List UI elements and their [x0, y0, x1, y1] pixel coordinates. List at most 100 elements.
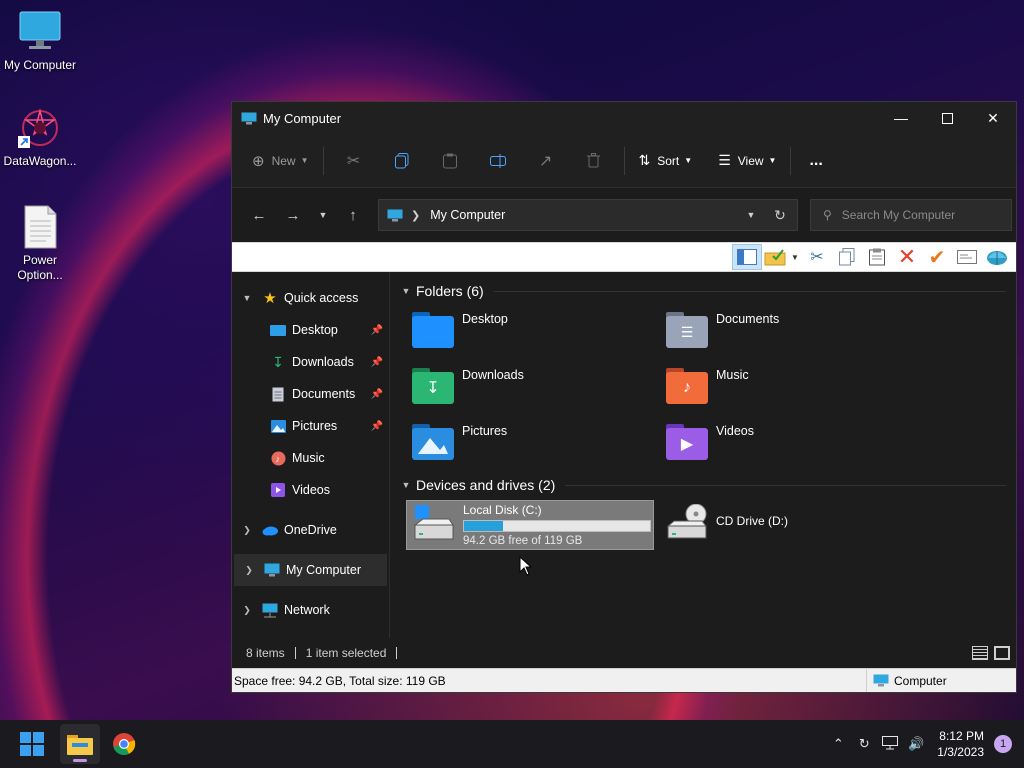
drive-local-disk-c[interactable]: Local Disk (C:) 94.2 GB free of 119 GB — [406, 500, 654, 550]
drive-cd-d[interactable]: CD Drive (D:) — [660, 500, 908, 550]
sidebar-item-network[interactable]: ❯ Network — [232, 594, 389, 626]
sidebar-item-my-computer[interactable]: ❯ My Computer — [234, 554, 387, 586]
sidebar-item-onedrive[interactable]: ❯ OneDrive — [232, 514, 389, 546]
classic-status-bar: Space free: 94.2 GB, Total size: 119 GB … — [232, 668, 1016, 692]
notification-badge[interactable]: 1 — [994, 735, 1012, 753]
cut-icon[interactable]: ✂ — [802, 244, 832, 270]
sidebar-item-documents[interactable]: Documents 📌 — [232, 378, 389, 410]
address-bar[interactable]: ❯ My Computer ▼ ↻ — [378, 199, 798, 231]
sidebar-item-label: Documents — [292, 387, 356, 401]
copy-icon[interactable] — [832, 244, 862, 270]
volume-icon[interactable]: 🔊 — [903, 736, 929, 752]
file-explorer-taskbar-button[interactable] — [60, 724, 100, 764]
sort-button[interactable]: ⇅ Sort ▼ — [631, 145, 701, 177]
recent-locations-button[interactable]: ▼ — [310, 199, 336, 231]
desktop-icon-my-computer[interactable]: My Computer — [0, 10, 80, 73]
copy-icon[interactable] — [378, 145, 426, 177]
rename-icon[interactable] — [474, 145, 522, 177]
chevron-down-icon: ▼ — [768, 156, 777, 165]
chevron-up-icon[interactable]: ⌃ — [825, 736, 851, 752]
new-label: New — [271, 153, 296, 168]
download-icon: ↧ — [272, 353, 284, 370]
delete-icon[interactable] — [570, 145, 618, 177]
more-options-button[interactable]: ... — [797, 145, 834, 177]
new-button[interactable]: ⊕ New ▼ — [244, 145, 317, 177]
sidebar-item-quick-access[interactable]: ▼ ★ Quick access — [232, 282, 389, 314]
folder-videos[interactable]: ▶ Videos — [652, 414, 906, 470]
divider — [623, 146, 625, 175]
search-input[interactable]: ⚲ Search My Computer — [810, 199, 1012, 231]
chrome-taskbar-button[interactable] — [104, 724, 144, 764]
sync-icon[interactable]: ↻ — [851, 736, 877, 752]
view-button[interactable]: ☰ View ▼ — [710, 145, 784, 177]
monitor-icon — [387, 209, 403, 221]
share-icon[interactable]: ↗ — [522, 145, 570, 177]
paste-icon[interactable] — [862, 244, 892, 270]
shell-icon[interactable] — [982, 244, 1012, 270]
folder-pictures[interactable]: Pictures — [398, 414, 652, 470]
sidebar-item-pictures[interactable]: Pictures 📌 — [232, 410, 389, 442]
sidebar-item-desktop[interactable]: Desktop 📌 — [232, 314, 389, 346]
pin-icon[interactable]: 📌 — [371, 357, 383, 368]
paste-icon[interactable] — [426, 145, 474, 177]
explorer-window: My Computer — ✕ ⊕ New ▼ ✂ ↗ ⇅ Sort ▼ ☰ V… — [231, 101, 1017, 693]
sidebar-item-videos[interactable]: Videos — [232, 474, 389, 506]
folders-section-header[interactable]: ▼ Folders (6) — [398, 280, 1006, 302]
star-icon: ★ — [263, 290, 277, 307]
sidebar-item-music[interactable]: ♪ Music — [232, 442, 389, 474]
address-bar-row: ← → ▼ ↑ ❯ My Computer ▼ ↻ ⚲ Search My Co… — [232, 188, 1016, 242]
chevron-down-icon[interactable]: ▼ — [739, 210, 763, 220]
up-button[interactable]: ↑ — [336, 199, 370, 231]
desktop-icon-datawagon[interactable]: DataWagon... — [0, 106, 80, 169]
sidebar-item-downloads[interactable]: ↧ Downloads 📌 — [232, 346, 389, 378]
breadcrumb[interactable]: My Computer — [430, 208, 505, 222]
drive-label: Local Disk (C:) — [463, 503, 542, 517]
system-tray: ⌃ ↻ 🔊 8:12 PM 1/3/2023 1 — [825, 720, 1024, 768]
sidebar-item-label: Videos — [292, 483, 330, 497]
music-icon: ♪ — [270, 450, 286, 466]
svg-text:♪: ♪ — [275, 454, 280, 464]
network-status-icon[interactable] — [877, 735, 903, 753]
folder-music[interactable]: ♪ Music — [652, 358, 906, 414]
refresh-icon[interactable]: ↻ — [763, 207, 797, 224]
pin-icon[interactable]: 📌 — [371, 389, 383, 400]
folder-desktop[interactable]: Desktop — [398, 302, 652, 358]
document-icon — [16, 205, 64, 249]
properties-icon[interactable] — [952, 244, 982, 270]
pin-icon[interactable]: 📌 — [371, 325, 383, 336]
delete-icon[interactable]: ✕ — [892, 244, 922, 270]
drives-section-header[interactable]: ▼ Devices and drives (2) — [398, 474, 1006, 496]
navigation-pane: ▼ ★ Quick access Desktop 📌 ↧ Downloads 📌… — [232, 272, 390, 638]
drive-label: CD Drive (D:) — [716, 514, 788, 528]
minimize-button[interactable]: — — [878, 102, 924, 134]
navigation-pane-icon[interactable] — [732, 244, 762, 270]
folder-icon — [67, 735, 93, 755]
close-button[interactable]: ✕ — [970, 102, 1016, 134]
forward-button[interactable]: → — [276, 199, 310, 231]
back-button[interactable]: ← — [242, 199, 276, 231]
desktop-icon-power-options[interactable]: Power Option... — [0, 205, 80, 283]
folder-downloads[interactable]: ↧ Downloads — [398, 358, 652, 414]
chevron-down-icon[interactable]: ▼ — [232, 293, 262, 303]
folder-options-icon[interactable] — [762, 244, 788, 270]
tiles-view-icon[interactable] — [994, 646, 1010, 660]
search-placeholder: Search My Computer — [841, 208, 956, 222]
title-bar[interactable]: My Computer — ✕ — [232, 102, 1016, 134]
hard-drive-icon — [413, 505, 455, 543]
chevron-down-icon[interactable]: ▼ — [788, 244, 802, 270]
chevron-right-icon[interactable]: ❯ — [232, 525, 262, 536]
clock[interactable]: 8:12 PM 1/3/2023 — [937, 728, 984, 760]
sidebar-item-label: Quick access — [284, 291, 359, 305]
chevron-right-icon[interactable]: ❯ — [232, 605, 262, 616]
start-button[interactable] — [12, 724, 52, 764]
chevron-right-icon[interactable]: ❯ — [234, 565, 264, 576]
details-view-icon[interactable] — [972, 646, 988, 660]
folder-label: Desktop — [462, 312, 508, 326]
maximize-button[interactable] — [924, 102, 970, 134]
folder-documents[interactable]: ☰ Documents — [652, 302, 906, 358]
cut-icon[interactable]: ✂ — [330, 145, 378, 177]
pin-icon[interactable]: 📌 — [371, 421, 383, 432]
monitor-icon — [873, 674, 889, 687]
divider — [565, 484, 1006, 486]
checkmark-icon[interactable]: ✔ — [922, 244, 952, 270]
